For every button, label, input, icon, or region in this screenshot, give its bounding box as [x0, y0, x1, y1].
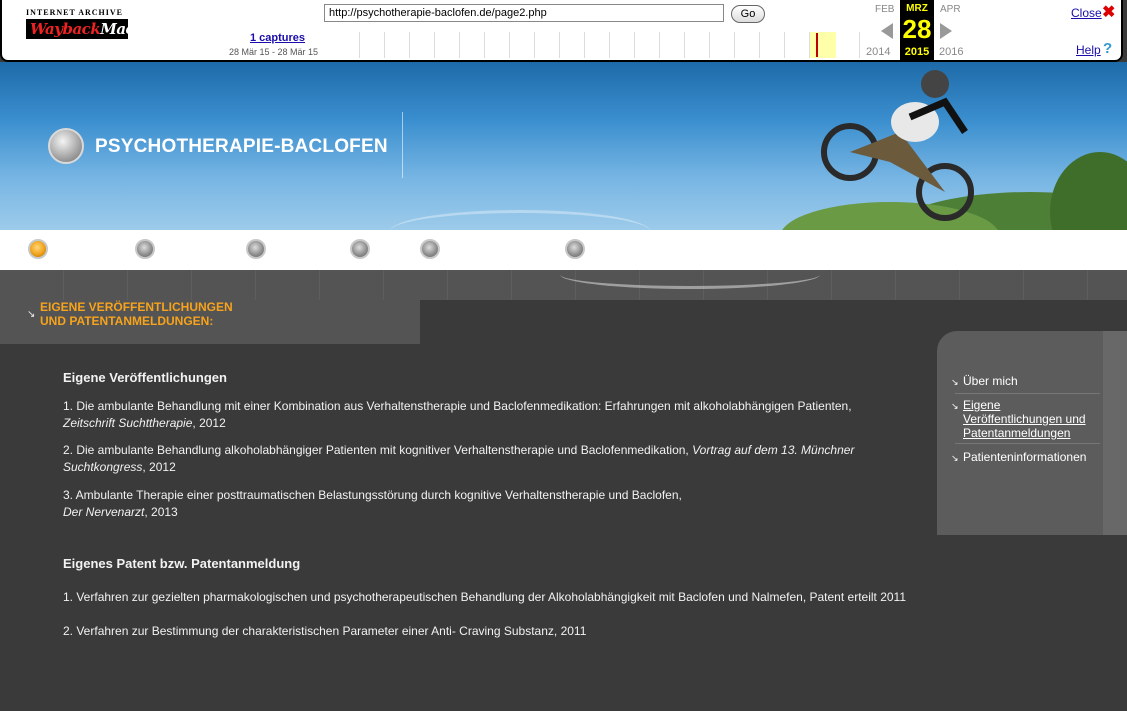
publications-heading: Eigene Veröffentlichungen: [63, 370, 227, 385]
publication-text: 3. Ambulante Therapie einer posttraumati…: [63, 488, 682, 502]
prev-month-label[interactable]: FEB: [875, 4, 894, 15]
publication-item: 2. Die ambulante Behandlung alkoholabhän…: [63, 442, 923, 476]
publication-year: , 2012: [142, 460, 176, 474]
sidebar-edge: [1103, 331, 1127, 535]
next-arrow-icon[interactable]: [940, 23, 952, 39]
nav-button-2[interactable]: [135, 239, 155, 259]
current-month: MRZ: [906, 3, 928, 14]
sidebar-item-veroeffentlichungen[interactable]: ↘ Eigene Veröffentlichungen und Patentan…: [951, 398, 1093, 440]
close-link[interactable]: Close: [1071, 6, 1102, 20]
next-month-label[interactable]: APR: [940, 4, 961, 15]
nav-bar: [0, 230, 1127, 270]
wayback-logo-top: INTERNET ARCHIVE: [26, 8, 123, 17]
help-icon[interactable]: ?: [1103, 40, 1112, 57]
site-header: PSYCHOTHERAPIE-BACLOFEN: [0, 62, 1127, 230]
site-logo-icon: [48, 128, 84, 164]
publication-source: Der Nervenarzt: [63, 505, 145, 519]
wayback-logo-word-b: Machine: [100, 20, 170, 38]
wayback-url-input[interactable]: [324, 4, 724, 22]
patent-heading: Eigenes Patent bzw. Patentanmeldung: [63, 556, 301, 571]
main-content: Eigene Veröffentlichungen 1. Die ambulan…: [63, 369, 923, 640]
prev-arrow-icon[interactable]: [881, 23, 893, 39]
arrow-icon: ↘: [27, 309, 36, 320]
wayback-logo[interactable]: INTERNET ARCHIVE WaybackMachine: [26, 8, 170, 39]
section-heading-line1: EIGENE VERÖFFENTLICHUNGEN: [40, 300, 233, 314]
wayback-toolbar: INTERNET ARCHIVE WaybackMachine Go 1 cap…: [0, 0, 1123, 62]
go-button[interactable]: Go: [731, 5, 765, 23]
patent-item: 1. Verfahren zur gezielten pharmakologis…: [63, 590, 906, 604]
arrow-icon: ↘: [951, 377, 959, 387]
stripe-swoosh: [560, 260, 820, 289]
publication-text: 1. Die ambulante Behandlung mit einer Ko…: [63, 399, 852, 413]
current-day: 28: [902, 14, 932, 44]
publication-item: 1. Die ambulante Behandlung mit einer Ko…: [63, 398, 923, 432]
biker-illustration: [782, 70, 1127, 230]
publication-year: , 2013: [144, 505, 178, 519]
help-link[interactable]: Help: [1076, 43, 1101, 57]
sidebar-item-label: Patienteninformationen: [963, 450, 1087, 464]
section-heading-line2: UND PATENTANMELDUNGEN:: [40, 314, 214, 328]
publication-text: 2. Die ambulante Behandlung alkoholabhän…: [63, 443, 689, 457]
captures-link[interactable]: 1 captures: [250, 32, 305, 44]
publication-source: Zeitschrift Suchttherapie: [63, 416, 193, 430]
capture-range: 28 Mär 15 - 28 Mär 15: [229, 47, 319, 57]
capture-mark[interactable]: [816, 33, 818, 57]
sidebar-divider: [955, 443, 1100, 444]
site-title[interactable]: PSYCHOTHERAPIE-BACLOFEN: [95, 136, 388, 158]
arrow-icon: ↘: [951, 401, 959, 411]
current-date-block: MRZ 28 2015: [900, 0, 934, 62]
close-icon[interactable]: ✖: [1102, 2, 1115, 22]
sidebar-item-label: Eigene Veröffentlichungen und Patentanme…: [963, 398, 1086, 440]
sidebar-divider: [955, 393, 1100, 394]
sidebar-item-patienteninformationen[interactable]: ↘ Patienteninformationen: [951, 450, 1113, 464]
nav-button-4[interactable]: [350, 239, 370, 259]
patent-item: 2. Verfahren zur Bestimmung der charakte…: [63, 624, 587, 638]
nav-button-3[interactable]: [246, 239, 266, 259]
publication-item: 3. Ambulante Therapie einer posttraumati…: [63, 487, 923, 521]
section-heading: EIGENE VERÖFFENTLICHUNGEN UND PATENTANME…: [40, 300, 270, 328]
publication-year: , 2012: [192, 416, 226, 430]
sidebar-item-ueber-mich[interactable]: ↘ Über mich: [951, 374, 1113, 388]
nav-button-6[interactable]: [565, 239, 585, 259]
nav-button-1[interactable]: [28, 239, 48, 259]
next-year-label[interactable]: 2016: [939, 46, 963, 58]
header-swoosh: [390, 210, 650, 230]
wayback-logo-word-a: Wayback: [30, 20, 101, 38]
biker-image: [770, 62, 1127, 230]
capture-sparkline[interactable]: [335, 32, 865, 58]
current-year: 2015: [904, 46, 930, 58]
title-divider: [402, 112, 403, 178]
wayback-logo-main: WaybackMachine: [26, 19, 170, 39]
current-month-highlight: [810, 32, 836, 58]
sidebar-item-label: Über mich: [963, 374, 1018, 388]
nav-button-5[interactable]: [420, 239, 440, 259]
prev-year-label[interactable]: 2014: [866, 46, 890, 58]
arrow-icon: ↘: [951, 453, 959, 463]
